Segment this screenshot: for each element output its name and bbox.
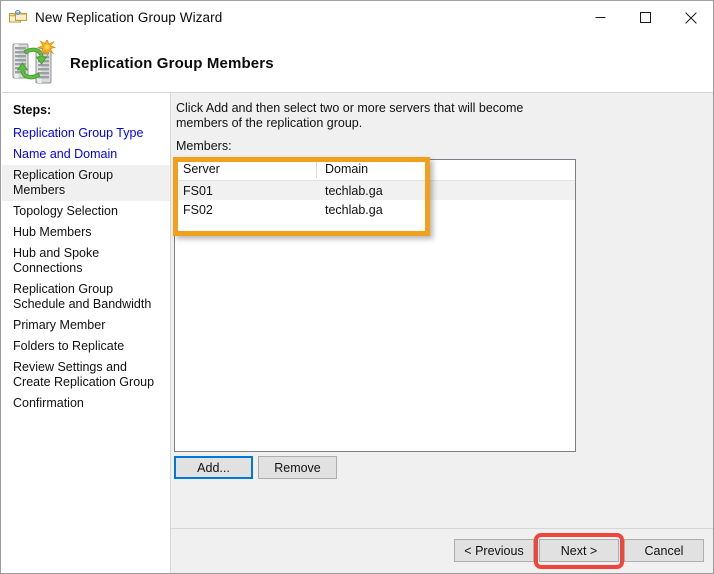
steps-sidebar: Steps: Replication Group Type Name and D…: [2, 93, 171, 528]
folder-replication-icon: [8, 8, 28, 28]
sidebar-item-primary-member: Primary Member: [13, 318, 106, 332]
instruction-text: Click Add and then select two or more se…: [176, 101, 524, 130]
next-button[interactable]: Next >: [539, 539, 619, 562]
window-controls: [578, 1, 713, 34]
close-icon[interactable]: [668, 1, 713, 34]
steps-heading: Steps:: [13, 103, 52, 117]
previous-button[interactable]: < Previous: [454, 539, 534, 562]
title-bar: New Replication Group Wizard: [1, 1, 713, 34]
maximize-icon[interactable]: [623, 1, 668, 34]
table-row[interactable]: FS02 techlab.ga: [175, 200, 575, 219]
wizard-header: Replication Group Members: [2, 34, 713, 92]
window-title: New Replication Group Wizard: [35, 10, 223, 25]
cell-server: FS02: [183, 202, 213, 217]
listview-header: Server Domain: [175, 160, 575, 181]
page-title: Replication Group Members: [70, 54, 274, 72]
members-label: Members:: [176, 139, 232, 153]
sidebar-item-hub-members: Hub Members: [13, 225, 92, 239]
sidebar-item-folders-to-replicate: Folders to Replicate: [13, 339, 125, 353]
sidebar-item-replication-group-members[interactable]: Replication Group Members: [2, 165, 170, 201]
column-header-server[interactable]: Server: [175, 160, 317, 180]
remove-button[interactable]: Remove: [258, 456, 337, 479]
cell-server: FS01: [183, 183, 213, 198]
sidebar-item-name-and-domain[interactable]: Name and Domain: [2, 144, 170, 165]
sidebar-item-hub-and-spoke-connections: Hub and Spoke Connections: [13, 246, 100, 275]
sidebar-item-review-settings: Review Settings and Create Replication G…: [13, 360, 155, 389]
table-row[interactable]: FS01 techlab.ga: [175, 181, 575, 200]
cancel-button[interactable]: Cancel: [624, 539, 704, 562]
content-pane: Click Add and then select two or more se…: [171, 93, 713, 528]
sidebar-item-replication-group-type[interactable]: Replication Group Type: [2, 123, 170, 144]
server-replication-icon: [10, 38, 58, 86]
members-listview[interactable]: Server Domain FS01 techlab.ga FS02 techl…: [174, 159, 576, 452]
sidebar-item-confirmation: Confirmation: [13, 396, 84, 410]
wizard-window: New Replication Group Wizard Replication…: [0, 0, 714, 574]
add-button[interactable]: Add...: [174, 456, 253, 479]
column-header-domain[interactable]: Domain: [317, 160, 575, 180]
cell-domain: techlab.ga: [325, 202, 383, 217]
steps-list: Replication Group Type Name and Domain R…: [2, 123, 170, 414]
cell-domain: techlab.ga: [325, 183, 383, 198]
wizard-footer: < Previous Next > Cancel: [171, 529, 713, 573]
sidebar-item-replication-group-schedule: Replication Group Schedule and Bandwidth: [13, 282, 152, 311]
minimize-icon[interactable]: [578, 1, 623, 34]
sidebar-item-topology-selection: Topology Selection: [13, 204, 118, 218]
sidebar-footer-spacer: [2, 528, 171, 573]
